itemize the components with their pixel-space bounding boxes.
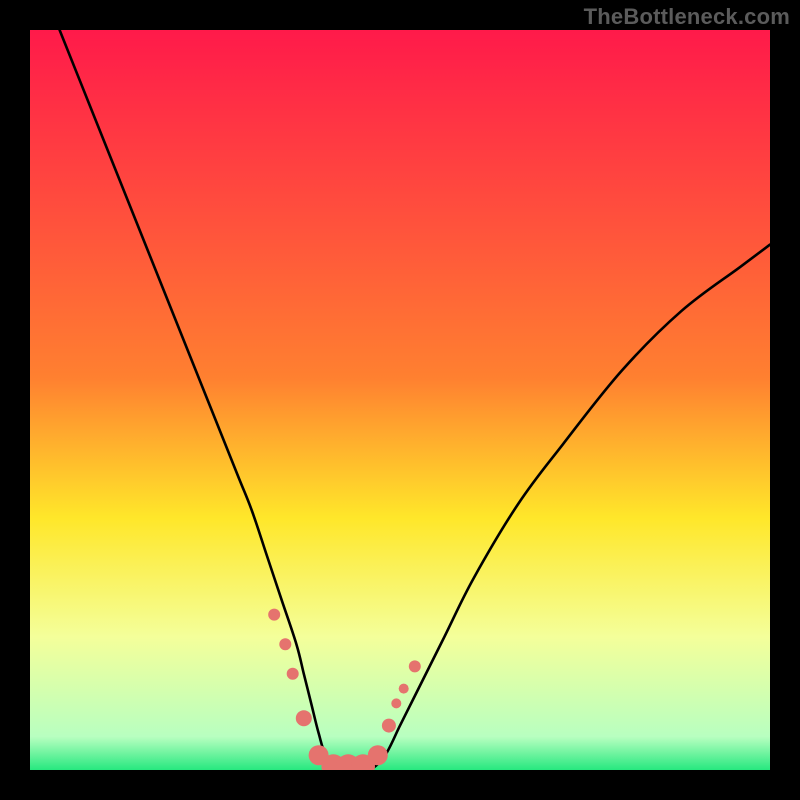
bottleneck-chart — [30, 30, 770, 770]
chart-canvas — [30, 30, 770, 770]
chart-frame: TheBottleneck.com — [0, 0, 800, 800]
watermark-text: TheBottleneck.com — [584, 4, 790, 30]
